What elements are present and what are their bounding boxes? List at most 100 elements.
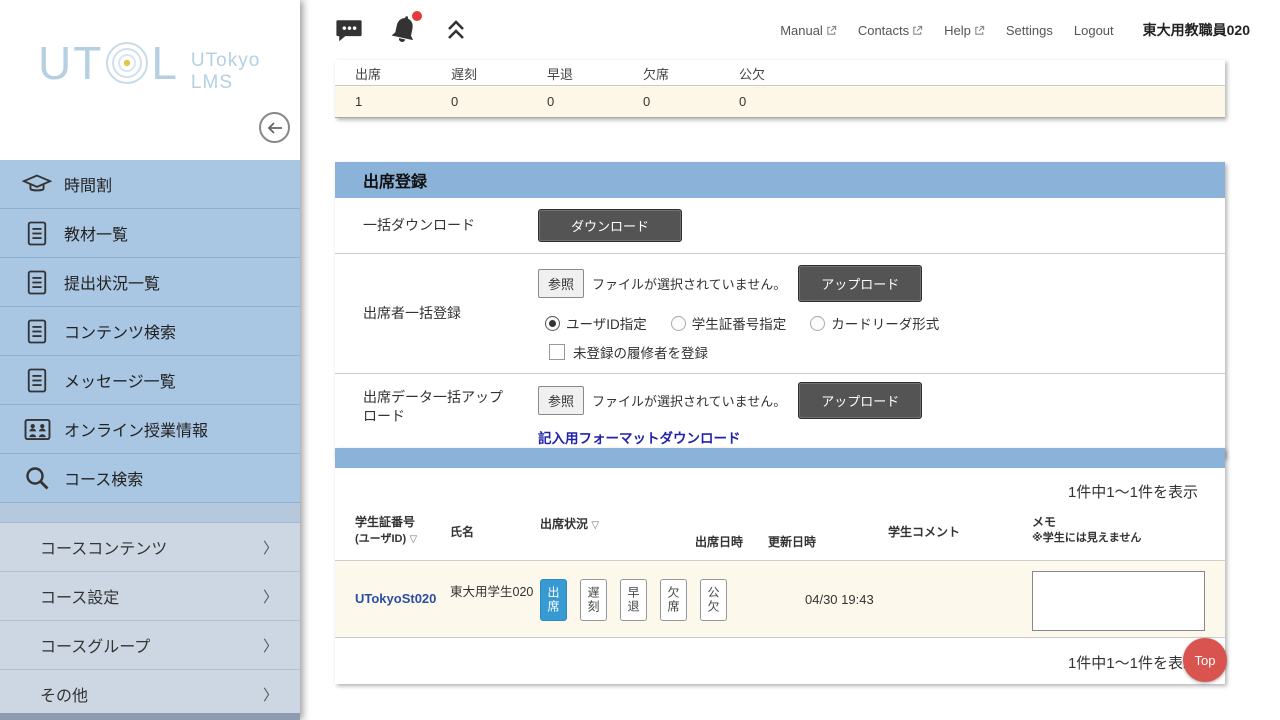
status-button-excused[interactable]: 公欠 xyxy=(700,579,727,621)
arrow-left-icon xyxy=(267,122,283,134)
table-header-bar xyxy=(335,448,1225,468)
double-chevron-up-icon xyxy=(445,18,467,42)
student-name: 東大用学生020 xyxy=(450,585,534,600)
logo-text-l: L xyxy=(151,40,179,86)
summary-value-late: 0 xyxy=(431,94,527,109)
sidebar-item-submission-status[interactable]: 提出状況一覧 xyxy=(0,258,300,307)
chevron-right-icon: 〉 xyxy=(263,537,278,558)
sort-button[interactable]: ▽ xyxy=(409,534,417,545)
logo-subtitle: UTokyo LMS xyxy=(191,50,260,94)
status-button-late[interactable]: 遅刻 xyxy=(580,579,607,621)
checkbox-label: 未登録の履修者を登録 xyxy=(573,342,708,362)
sidebar: UT L UTokyo LMS 時間割 教材一覧 xyxy=(0,0,300,720)
topbar: Manual Contacts Help Settings Logout 東大用… xyxy=(300,0,1280,60)
radio-label: カードリーダ形式 xyxy=(831,313,939,333)
status-button-present[interactable]: 出席 xyxy=(540,579,567,621)
upload-button[interactable]: アップロード xyxy=(798,382,922,419)
browse-file-button[interactable]: 参照 xyxy=(538,386,584,415)
settings-link[interactable]: Settings xyxy=(1006,23,1053,38)
collapse-sidebar-button[interactable] xyxy=(259,112,290,143)
status-button-early-leave[interactable]: 早退 xyxy=(620,579,647,621)
sidebar-item-label: オンライン授業情報 xyxy=(64,417,208,441)
summary-value-absent: 0 xyxy=(623,94,719,109)
download-button[interactable]: ダウンロード xyxy=(538,209,682,242)
external-link-icon xyxy=(912,25,923,36)
upload-button[interactable]: アップロード xyxy=(798,265,922,302)
sidebar-item-online-class-info[interactable]: オンライン授業情報 xyxy=(0,405,300,454)
summary-value-early-leave: 0 xyxy=(527,94,623,109)
logo-subtitle-line1: UTokyo xyxy=(191,50,260,72)
register-unenrolled-checkbox[interactable]: 未登録の履修者を登録 xyxy=(549,342,1211,362)
bulk-register-row: 出席者一括登録 参照 ファイルが選択されていません。 アップロード ユーザID指… xyxy=(335,254,1225,374)
memo-textarea[interactable] xyxy=(1032,571,1205,631)
sidebar-item-label: コース検索 xyxy=(64,466,143,490)
table-column-headers: 学生証番号 (ユーザID) ▽ 氏名 出席状況 ▽ 出席日時 更新日時 学生コメ… xyxy=(335,502,1225,560)
sidebar-item-materials[interactable]: 教材一覧 xyxy=(0,209,300,258)
sidebar-item-content-search[interactable]: コンテンツ検索 xyxy=(0,307,300,356)
update-time-value: 04/30 19:43 xyxy=(805,592,874,607)
attendance-summary-table: 出席 遅刻 早退 欠席 公欠 1 0 0 0 0 xyxy=(335,60,1225,118)
collapse-header-button[interactable] xyxy=(445,18,467,42)
course-item-label: その他 xyxy=(40,682,88,706)
current-user-name[interactable]: 東大用教職員020 xyxy=(1143,20,1250,40)
help-link[interactable]: Help xyxy=(944,23,985,38)
notifications-bell-button[interactable] xyxy=(390,15,418,45)
bulk-upload-row: 出席データ一括アップロード 参照 ファイルが選択されていません。 アップロード … xyxy=(335,374,1225,458)
sidebar-item-label: 時間割 xyxy=(64,172,112,196)
contacts-link[interactable]: Contacts xyxy=(858,23,923,38)
browse-file-button[interactable]: 参照 xyxy=(538,269,584,298)
sidebar-item-messages[interactable]: メッセージ一覧 xyxy=(0,356,300,405)
logout-link[interactable]: Logout xyxy=(1074,23,1114,38)
course-item-label: コースグループ xyxy=(40,633,150,657)
radio-student-card-number[interactable]: 学生証番号指定 xyxy=(671,313,787,333)
summary-header-absent: 欠席 xyxy=(623,64,719,83)
radio-icon xyxy=(671,316,686,331)
student-row: UTokyoSt020 東大用学生020 出席 遅刻 早退 欠席 公欠 04/3… xyxy=(335,560,1225,638)
sidebar-item-course-contents[interactable]: コースコンテンツ 〉 xyxy=(0,523,300,572)
manual-link[interactable]: Manual xyxy=(780,23,837,38)
scroll-to-top-button[interactable]: Top xyxy=(1183,638,1227,682)
sidebar-item-course-settings[interactable]: コース設定 〉 xyxy=(0,572,300,621)
format-download-link[interactable]: 記入用フォーマットダウンロード xyxy=(538,427,741,447)
summary-header-late: 遅刻 xyxy=(431,64,527,83)
result-count-top: 1件中1〜1件を表示 xyxy=(335,468,1225,502)
sidebar-item-others[interactable]: その他 〉 xyxy=(0,670,300,719)
messages-list-icon xyxy=(16,367,58,394)
sidebar-item-course-groups[interactable]: コースグループ 〉 xyxy=(0,621,300,670)
link-label: Logout xyxy=(1074,23,1114,38)
student-id-link[interactable]: UTokyoSt020 xyxy=(355,591,436,606)
logo-subtitle-line2: LMS xyxy=(191,72,260,94)
chevron-right-icon: 〉 xyxy=(263,635,278,656)
logo-area: UT L UTokyo LMS xyxy=(0,0,300,160)
sidebar-item-course-search[interactable]: コース検索 xyxy=(0,454,300,503)
bulk-register-label: 出席者一括登録 xyxy=(335,290,538,337)
sidebar-item-label: メッセージ一覧 xyxy=(64,368,176,392)
status-button-absent[interactable]: 欠席 xyxy=(660,579,687,621)
sidebar-item-timetable[interactable]: 時間割 xyxy=(0,160,300,209)
course-item-label: コース設定 xyxy=(40,584,119,608)
graduation-cap-icon xyxy=(16,172,58,196)
column-header-memo: メモ ※学生には見えません xyxy=(1032,514,1141,546)
link-label: Settings xyxy=(1006,23,1053,38)
messages-bubble-button[interactable] xyxy=(335,18,363,43)
speech-bubble-icon xyxy=(335,18,363,43)
column-header-attendance-time: 出席日時 xyxy=(695,534,743,550)
page-content: 出席 遅刻 早退 欠席 公欠 1 0 0 0 0 出席登録 一括ダウンロード ダ… xyxy=(335,60,1225,720)
sidebar-item-label: 提出状況一覧 xyxy=(64,270,160,294)
sidebar-item-label: 教材一覧 xyxy=(64,221,128,245)
sort-button[interactable]: ▽ xyxy=(591,520,599,531)
radio-user-id[interactable]: ユーザID指定 xyxy=(545,313,647,333)
bulk-download-row: 一括ダウンロード ダウンロード xyxy=(335,198,1225,254)
sidebar-section-divider xyxy=(0,503,300,523)
radio-card-reader-format[interactable]: カードリーダ形式 xyxy=(810,313,939,333)
submissions-list-icon xyxy=(16,269,58,296)
bulk-download-label: 一括ダウンロード xyxy=(335,202,538,249)
course-search-icon xyxy=(16,465,58,491)
logo-text-ut: UT xyxy=(38,40,103,86)
summary-header-row: 出席 遅刻 早退 欠席 公欠 xyxy=(335,60,1225,86)
panel-title: 出席登録 xyxy=(335,162,1225,198)
online-class-icon xyxy=(16,418,58,441)
chevron-right-icon: 〉 xyxy=(263,684,278,705)
content-search-icon xyxy=(16,318,58,345)
file-status-text: ファイルが選択されていません。 xyxy=(592,391,786,410)
